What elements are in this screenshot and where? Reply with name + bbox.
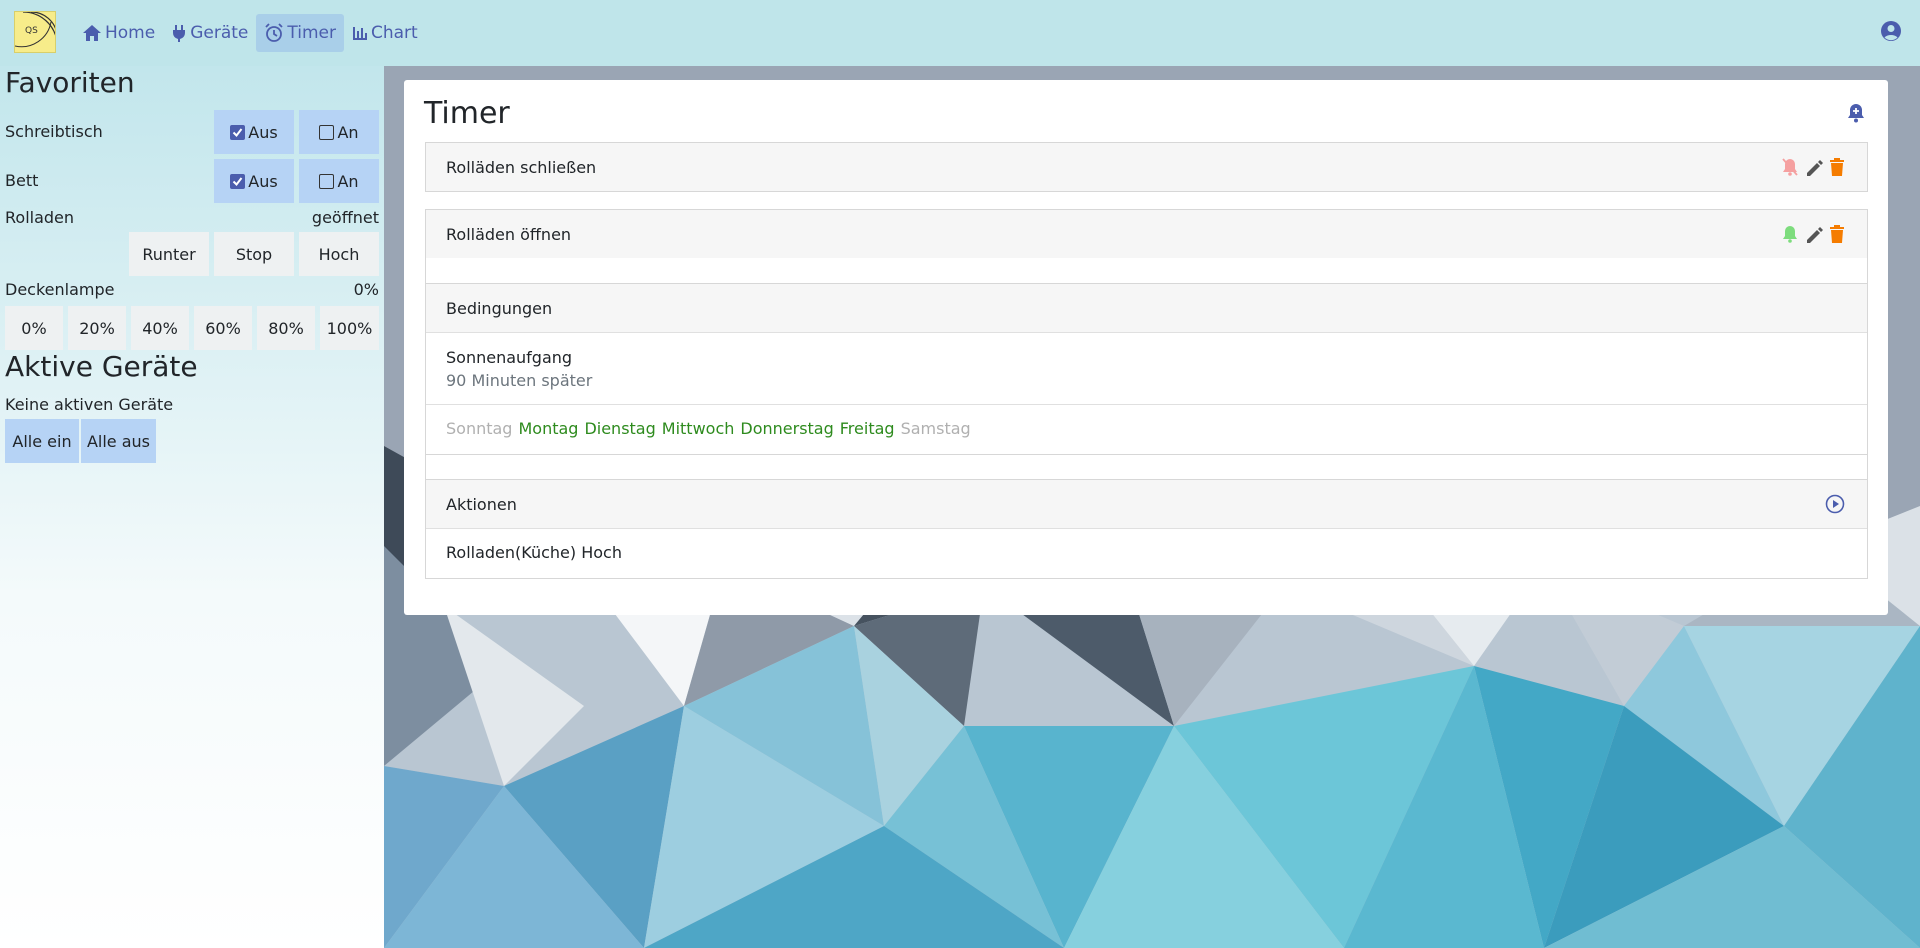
- actions-panel: Aktionen Rolladen(Küche) Hoch: [426, 479, 1867, 579]
- no-active-devices-text: Keine aktiven Geräte: [5, 395, 174, 414]
- all-off-button[interactable]: Alle aus: [81, 419, 156, 463]
- lamp-level-60[interactable]: 60%: [194, 306, 252, 350]
- checkbox-checked-icon: [230, 124, 246, 140]
- nav-home-label: Home: [105, 23, 156, 43]
- timer-name: Rolläden öffnen: [446, 224, 572, 244]
- nav-home[interactable]: Home: [74, 14, 163, 52]
- day-donnerstag: Donnerstag: [740, 419, 834, 438]
- lamp-level-0[interactable]: 0%: [5, 306, 63, 350]
- alarm-clock-icon: [265, 23, 284, 42]
- lamp-level-20[interactable]: 20%: [68, 306, 126, 350]
- favorites-title: Favoriten: [5, 66, 135, 99]
- rolladen-stop-button[interactable]: Stop: [214, 232, 294, 276]
- lamp-level-100[interactable]: 100%: [320, 306, 379, 350]
- an-label: An: [337, 171, 359, 191]
- condition-row: Sonnenaufgang 90 Minuten später: [426, 332, 1867, 404]
- timer-item-schliessen[interactable]: Rolläden schließen: [425, 142, 1868, 192]
- nav-chart-label: Chart: [370, 23, 418, 43]
- all-on-button[interactable]: Alle ein: [5, 419, 79, 463]
- trash-icon[interactable]: [1829, 224, 1845, 244]
- timer-header[interactable]: Rolläden schließen: [426, 143, 1867, 191]
- lamp-level-40[interactable]: 40%: [131, 306, 189, 350]
- day-freitag: Freitag: [839, 419, 895, 438]
- bar-chart-icon: [352, 27, 367, 40]
- timer-name: Rolläden schließen: [446, 157, 597, 177]
- user-circle-icon[interactable]: [1880, 20, 1902, 42]
- add-alarm-icon[interactable]: [1846, 102, 1866, 124]
- condition-name: Sonnenaufgang: [446, 347, 573, 367]
- aus-label: Aus: [248, 171, 278, 191]
- nav-timer[interactable]: Timer: [256, 14, 344, 52]
- day-dienstag: Dienstag: [584, 419, 656, 438]
- device-name-bett: Bett: [5, 171, 39, 190]
- conditions-panel: Bedingungen Sonnenaufgang 90 Minuten spä…: [426, 283, 1867, 455]
- app-logo[interactable]: QS: [14, 11, 56, 53]
- schreibtisch-aus-button[interactable]: Aus: [214, 110, 294, 154]
- day-mittwoch: Mittwoch: [661, 419, 735, 438]
- sidebar: Favoriten Schreibtisch Aus An Bett Aus A…: [0, 66, 384, 948]
- device-name-schreibtisch: Schreibtisch: [5, 122, 103, 141]
- page-title: Timer: [424, 96, 510, 131]
- nav-timer-label: Timer: [287, 23, 336, 43]
- lamp-value: 0%: [353, 280, 379, 299]
- actions-header: Aktionen: [426, 480, 1867, 528]
- actions-title: Aktionen: [446, 494, 517, 514]
- rolladen-name: Rolladen: [5, 208, 75, 227]
- navbar: QS Home Geräte Timer Chart: [0, 0, 1920, 66]
- checkbox-checked-icon: [230, 173, 246, 189]
- nav-geraete[interactable]: Geräte: [163, 14, 256, 52]
- logo-text: QS: [25, 26, 38, 36]
- plug-icon: [173, 25, 186, 42]
- edit-pencil-icon[interactable]: [1805, 157, 1823, 177]
- day-montag: Montag: [518, 419, 579, 438]
- an-label: An: [337, 122, 359, 142]
- bell-on-icon[interactable]: [1781, 224, 1799, 244]
- condition-detail: 90 Minuten später: [446, 370, 593, 390]
- action-row: Rolladen(Küche) Hoch: [426, 528, 1867, 576]
- schreibtisch-an-button[interactable]: An: [299, 110, 379, 154]
- bett-aus-button[interactable]: Aus: [214, 159, 294, 203]
- active-devices-title: Aktive Geräte: [5, 350, 198, 383]
- lamp-level-80[interactable]: 80%: [257, 306, 315, 350]
- trash-icon[interactable]: [1829, 157, 1845, 177]
- home-icon: [83, 25, 101, 41]
- rolladen-runter-button[interactable]: Runter: [129, 232, 209, 276]
- timer-card: Timer Rolläden schließen Rolläden öffnen…: [404, 80, 1888, 615]
- checkbox-empty-icon: [319, 173, 335, 189]
- weekdays-row: Sonntag Montag Dienstag Mittwoch Donners…: [426, 404, 1867, 452]
- rolladen-hoch-button[interactable]: Hoch: [299, 232, 379, 276]
- rolladen-status: geöffnet: [311, 208, 379, 227]
- day-samstag: Samstag: [900, 419, 971, 438]
- play-circle-icon[interactable]: [1825, 494, 1845, 514]
- timer-item-oeffnen[interactable]: Rolläden öffnen Bedingungen Sonnenaufgan…: [425, 209, 1868, 579]
- day-sonntag: Sonntag: [446, 419, 513, 438]
- nav-geraete-label: Geräte: [190, 23, 249, 43]
- aus-label: Aus: [248, 122, 278, 142]
- bell-off-icon[interactable]: [1781, 157, 1799, 177]
- bett-an-button[interactable]: An: [299, 159, 379, 203]
- action-text: Rolladen(Küche) Hoch: [446, 543, 622, 562]
- conditions-header: Bedingungen: [426, 284, 1867, 332]
- lamp-name: Deckenlampe: [5, 280, 115, 299]
- checkbox-empty-icon: [319, 124, 335, 140]
- main-nav: Home Geräte Timer Chart: [74, 14, 426, 52]
- nav-chart[interactable]: Chart: [344, 14, 426, 52]
- edit-pencil-icon[interactable]: [1805, 224, 1823, 244]
- timer-header[interactable]: Rolläden öffnen: [426, 210, 1867, 258]
